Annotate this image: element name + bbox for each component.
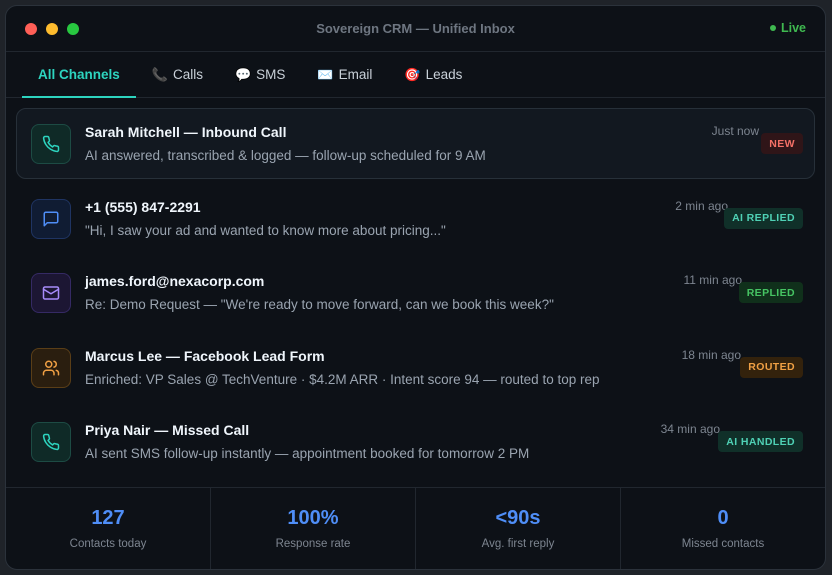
live-label: Live: [780, 21, 806, 35]
tab-label: Email: [338, 67, 373, 82]
stat-label: Avg. first reply: [481, 538, 555, 550]
title-bar: Sovereign CRM — Unified Inbox Live: [6, 6, 825, 52]
message-preview: AI sent SMS follow-up instantly — appoin…: [85, 446, 530, 461]
window-controls: [25, 23, 79, 35]
contact-name: Marcus Lee — Facebook Lead Form: [85, 347, 325, 364]
stat-value: <90s: [495, 507, 541, 529]
message-preview: "Hi, I saw your ad and wanted to know mo…: [85, 222, 446, 238]
tab-label: All Channels: [38, 67, 120, 82]
stat-avg-first-reply: <90s Avg. first reply: [416, 488, 621, 569]
contact-name: Priya Nair — Missed Call: [85, 422, 250, 438]
list-item[interactable]: +1 (555) 847-2291 "Hi, I saw your ad and…: [16, 183, 815, 254]
stat-label: Missed contacts: [681, 538, 765, 550]
tab-sms[interactable]: 💬 SMS: [219, 52, 301, 97]
speech-bubble-icon: 💬: [234, 66, 252, 82]
tab-leads[interactable]: 🎯 Leads: [388, 52, 478, 97]
crm-window: Sovereign CRM — Unified Inbox Live All C…: [5, 5, 826, 570]
stats-bar: 127 Contacts today 100% Response rate <9…: [6, 487, 825, 569]
live-dot-icon: [769, 25, 776, 31]
timestamp: 18 min ago: [681, 347, 741, 362]
list-item[interactable]: Marcus Lee — Facebook Lead Form Enriched…: [16, 332, 815, 403]
stat-label: Response rate: [275, 538, 351, 550]
maximize-window-button[interactable]: [67, 23, 79, 35]
status-badge: ROUTED: [740, 356, 803, 378]
timestamp: Just now: [711, 124, 759, 138]
minimize-window-button[interactable]: [46, 23, 58, 35]
chat-icon: [31, 198, 71, 239]
status-badge: REPLIED: [738, 282, 803, 303]
channel-tabs: All Channels 📞 Calls 💬 SMS ✉️ Email 🎯 Le…: [6, 52, 825, 98]
timestamp: 34 min ago: [660, 422, 720, 436]
tab-all-channels[interactable]: All Channels: [22, 52, 136, 98]
contact-name: Sarah Mitchell — Inbound Call: [85, 124, 287, 140]
message-preview: Enriched: VP Sales @ TechVenture · $4.2M…: [85, 371, 600, 387]
stat-response-rate: 100% Response rate: [211, 488, 416, 569]
contact-name: james.ford@nexacorp.com: [85, 273, 265, 289]
telephone-icon: 📞: [151, 66, 168, 82]
timestamp: 11 min ago: [683, 273, 742, 287]
stat-missed-contacts: 0 Missed contacts: [621, 488, 825, 569]
live-indicator: Live: [769, 21, 806, 35]
list-item[interactable]: Sarah Mitchell — Inbound Call AI answere…: [16, 108, 815, 179]
message-preview: AI answered, transcribed & logged — foll…: [85, 148, 486, 163]
tab-calls[interactable]: 📞 Calls: [136, 52, 219, 97]
status-badge: AI REPLIED: [724, 207, 803, 229]
stat-value: 127: [91, 507, 125, 529]
tab-label: SMS: [256, 67, 286, 82]
tab-label: Calls: [172, 67, 203, 82]
tab-email[interactable]: ✉️ Email: [301, 52, 388, 97]
message-preview: Re: Demo Request — "We're ready to move …: [85, 297, 554, 312]
message-list: Sarah Mitchell — Inbound Call AI answere…: [6, 98, 825, 477]
list-item[interactable]: Priya Nair — Missed Call AI sent SMS fol…: [16, 406, 815, 477]
phone-icon: [31, 124, 71, 164]
window-title: Sovereign CRM — Unified Inbox: [316, 21, 515, 36]
status-badge: AI HANDLED: [718, 431, 803, 452]
mail-icon: [31, 273, 71, 313]
timestamp: 2 min ago: [675, 198, 728, 213]
status-badge: NEW: [761, 133, 803, 154]
close-window-button[interactable]: [25, 23, 37, 35]
contact-name: +1 (555) 847-2291: [85, 198, 201, 215]
list-item[interactable]: james.ford@nexacorp.com Re: Demo Request…: [16, 257, 815, 328]
target-icon: 🎯: [404, 66, 421, 82]
stat-value: 100%: [287, 507, 339, 529]
stat-label: Contacts today: [69, 538, 147, 550]
stat-contacts-today: 127 Contacts today: [6, 488, 211, 569]
stat-value: 0: [717, 507, 729, 529]
users-icon: [31, 347, 71, 388]
tab-label: Leads: [425, 67, 463, 82]
phone-icon: [31, 422, 71, 462]
envelope-icon: ✉️: [317, 66, 334, 82]
